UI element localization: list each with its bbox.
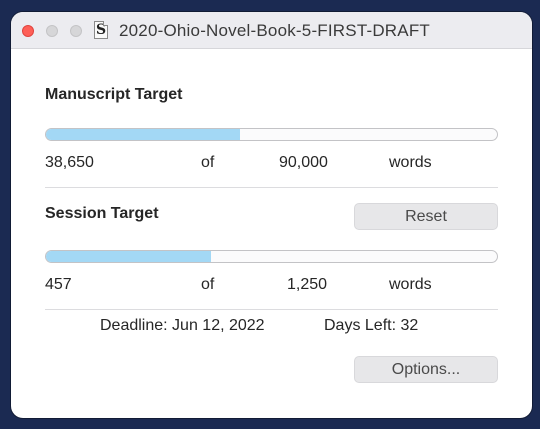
session-unit-label[interactable]: words [389,276,432,294]
title-bar: S 2020-Ohio-Novel-Book-5-FIRST-DRAFT [11,12,532,49]
days-left-label: Days Left: 32 [324,317,419,334]
deadline-label: Deadline: Jun 12, 2022 [100,317,265,334]
document-icon-glyph: S [96,22,107,38]
session-target-count[interactable]: 1,250 [287,276,327,294]
manuscript-target-count[interactable]: 90,000 [279,154,328,172]
close-window-button[interactable] [22,25,34,37]
options-button[interactable]: Options... [354,356,498,383]
scrivener-document-icon: S [94,21,108,39]
manuscript-progress-bar [45,128,498,141]
manuscript-current-count: 38,650 [45,154,94,171]
session-progress-fill [46,251,211,262]
manuscript-target-heading: Manuscript Target [45,86,183,103]
manuscript-unit-label[interactable]: words [389,154,432,172]
reset-button[interactable]: Reset [354,203,498,230]
window-title: 2020-Ohio-Novel-Book-5-FIRST-DRAFT [119,21,430,40]
project-targets-window: S 2020-Ohio-Novel-Book-5-FIRST-DRAFT Man… [11,12,532,418]
session-progress-bar [45,250,498,263]
session-current-count: 457 [45,276,72,293]
minimize-window-button[interactable] [46,25,58,37]
session-of-label: of [201,276,215,293]
zoom-window-button[interactable] [70,25,82,37]
section-divider [45,187,498,188]
manuscript-of-label: of [201,154,215,171]
manuscript-progress-fill [46,129,240,140]
session-target-heading: Session Target [45,205,159,222]
deadline-divider [45,309,498,310]
